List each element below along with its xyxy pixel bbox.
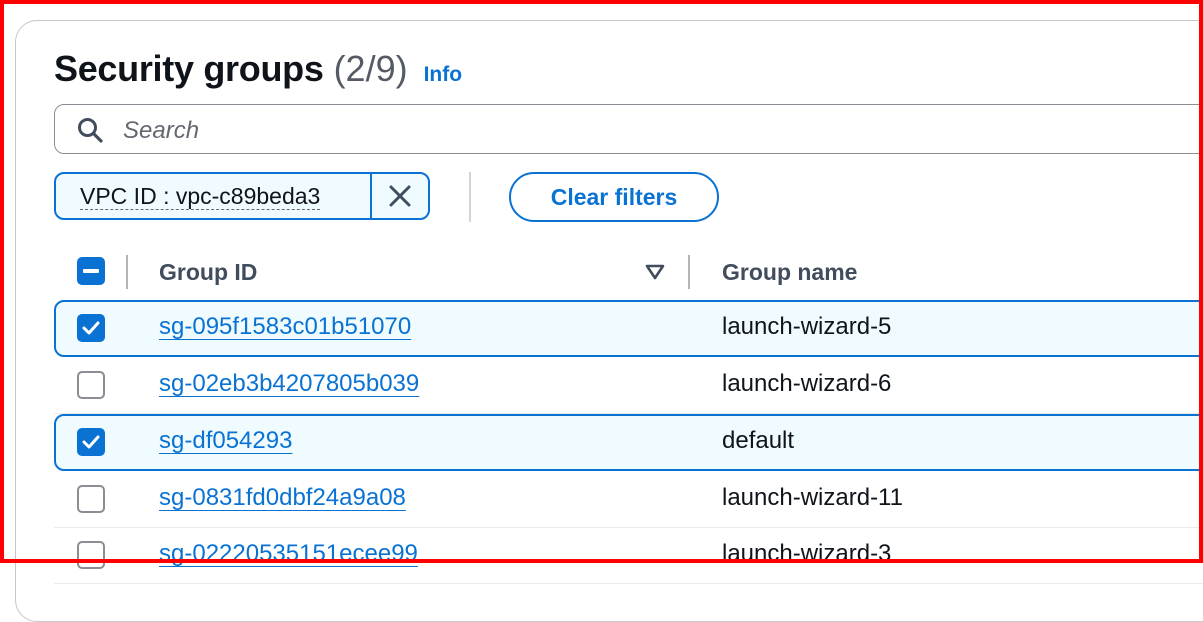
clear-filters-button[interactable]: Clear filters [509, 172, 719, 222]
table-row[interactable]: sg-02eb3b4207805b039 launch-wizard-6 [54, 357, 1203, 414]
row-checkbox[interactable] [77, 428, 105, 456]
row-checkbox[interactable] [77, 541, 105, 569]
group-id-link[interactable]: sg-02eb3b4207805b039 [159, 370, 419, 398]
filter-token-vpc: VPC ID : vpc-c89beda3 [54, 172, 430, 220]
group-id-link[interactable]: sg-095f1583c01b51070 [159, 313, 411, 341]
page-header: Security groups (2/9) Info [54, 48, 462, 90]
column-divider[interactable] [126, 255, 128, 289]
column-header-group-id[interactable]: Group ID [159, 259, 257, 286]
row-checkbox[interactable] [77, 314, 105, 342]
search-icon [78, 118, 103, 143]
column-divider[interactable] [688, 255, 690, 289]
table-row[interactable]: sg-df054293 default [54, 414, 1203, 471]
table-row[interactable]: sg-02220535151ecee99 launch-wizard-3 [54, 527, 1203, 584]
row-checkbox[interactable] [77, 371, 105, 399]
group-id-link[interactable]: sg-0831fd0dbf24a9a08 [159, 484, 406, 512]
table-header: Group ID Group name [54, 245, 1203, 299]
table-row[interactable]: sg-095f1583c01b51070 launch-wizard-5 [54, 300, 1203, 357]
group-name: launch-wizard-5 [722, 313, 892, 340]
group-name: default [722, 427, 795, 454]
page-title: Security groups [54, 48, 324, 89]
row-checkbox[interactable] [77, 485, 105, 513]
select-all-checkbox[interactable] [77, 257, 105, 285]
caret-down-icon[interactable] [644, 262, 666, 282]
search-input[interactable] [121, 113, 1025, 149]
table-row[interactable]: sg-0831fd0dbf24a9a08 launch-wizard-11 [54, 471, 1203, 528]
checkmark-icon [82, 435, 100, 449]
group-name: launch-wizard-11 [722, 484, 903, 511]
group-name: launch-wizard-3 [722, 540, 892, 567]
filter-token-label[interactable]: VPC ID : vpc-c89beda3 [56, 174, 370, 218]
filter-divider [469, 172, 471, 222]
group-id-link[interactable]: sg-df054293 [159, 427, 292, 455]
close-icon [389, 185, 411, 207]
group-name: launch-wizard-6 [722, 370, 892, 397]
info-link[interactable]: Info [424, 63, 462, 87]
checkmark-icon [82, 321, 100, 335]
group-id-link[interactable]: sg-02220535151ecee99 [159, 540, 418, 568]
column-header-group-name[interactable]: Group name [722, 259, 857, 286]
search-bar[interactable] [54, 104, 1203, 154]
remove-filter-button[interactable] [370, 174, 428, 218]
selection-count: (2/9) [333, 48, 408, 89]
